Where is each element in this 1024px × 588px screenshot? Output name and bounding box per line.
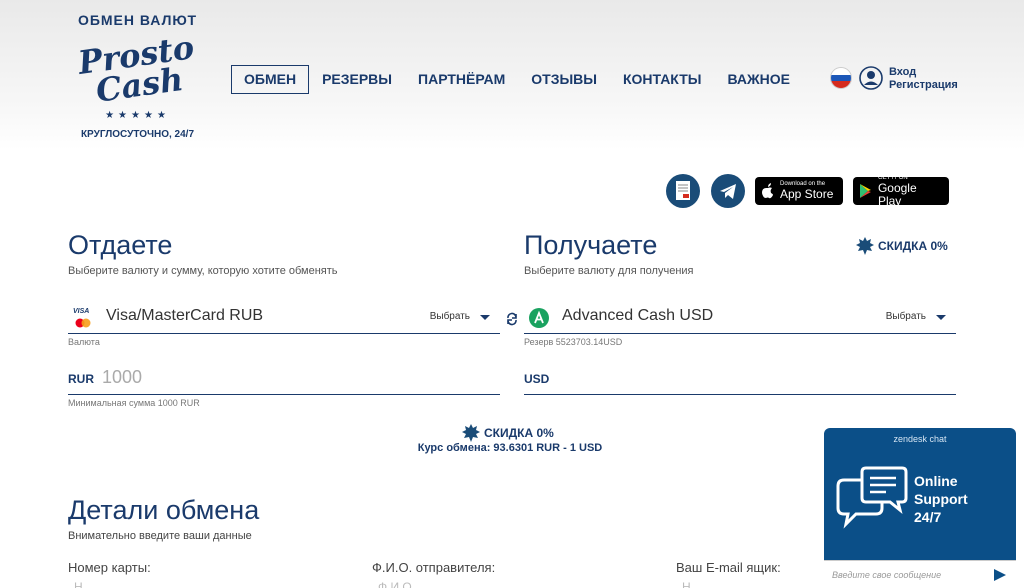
give-hint: Выберите валюту и сумму, которую хотите … — [68, 265, 338, 277]
document-icon[interactable] — [666, 174, 700, 208]
get-currency-select[interactable]: Advanced Cash USD Выбрать — [524, 300, 956, 334]
details-title: Детали обмена — [68, 495, 260, 525]
center-discount-badge: СКИДКА 0% — [462, 424, 554, 442]
swap-icon[interactable] — [505, 312, 519, 326]
email-input[interactable]: Н — [682, 580, 691, 588]
google-play-button[interactable]: GET IT ON Google Play — [853, 175, 949, 208]
logo[interactable]: ОБМЕН ВАЛЮТ Prosto Cash ★★★★★ КРУГЛОСУТО… — [70, 12, 205, 144]
appstore-big-text: App Store — [780, 187, 834, 201]
card-number-input[interactable]: Н — [74, 580, 83, 588]
give-pick-label: Выбрать — [429, 311, 470, 322]
chat-line3: 24/7 — [914, 509, 942, 525]
exchange-rate: Курс обмена: 93.6301 RUR - 1 USD — [417, 442, 603, 454]
get-currency-value: Advanced Cash USD — [562, 307, 714, 324]
send-icon[interactable] — [994, 569, 1006, 581]
give-amount-input[interactable]: 1000 — [102, 367, 142, 388]
chat-line1: Online — [914, 473, 958, 489]
nav-partners[interactable]: ПАРТНЁРАМ — [405, 65, 518, 94]
sender-name-input[interactable]: Ф.И.О. — [378, 580, 415, 588]
discount-burst-icon — [856, 237, 874, 255]
app-store-button[interactable]: Download on the App Store — [755, 177, 843, 205]
auth-links: Вход Регистрация — [889, 66, 958, 92]
chat-message-input[interactable]: Введите свое сообщение — [824, 560, 1016, 588]
discount-burst-icon — [462, 424, 480, 442]
nav-important[interactable]: ВАЖНОЕ — [714, 65, 803, 94]
give-amount-label: RUR — [68, 372, 94, 386]
give-currency-select[interactable]: VISA Visa/MasterCard RUB Выбрать — [68, 300, 500, 334]
get-hint: Выберите валюту для получения — [524, 265, 694, 277]
sender-name-label: Ф.И.О. отправителя: — [372, 560, 496, 575]
get-discount-badge: СКИДКА 0% — [856, 237, 948, 255]
user-icon[interactable] — [859, 66, 883, 90]
get-title: Получаете — [524, 230, 658, 260]
get-amount-field[interactable]: USD — [524, 361, 956, 395]
chat-line2: Support — [914, 491, 968, 507]
visa-mastercard-icon: VISA — [73, 308, 95, 333]
google-play-icon — [859, 184, 871, 198]
get-discount-text: СКИДКА 0% — [878, 239, 948, 253]
register-link[interactable]: Регистрация — [889, 79, 958, 92]
card-number-label: Номер карты: — [68, 560, 151, 575]
details-hint: Внимательно введите ваши данные — [68, 530, 252, 542]
chat-widget[interactable]: zendesk chat Online Support 24/7 Введите… — [824, 428, 1016, 588]
center-discount-text: СКИДКА 0% — [484, 426, 554, 440]
logo-subtitle: КРУГЛОСУТОЧНО, 24/7 — [80, 129, 195, 140]
telegram-icon[interactable] — [711, 174, 745, 208]
chat-support-text: Online Support 24/7 — [914, 472, 968, 526]
get-pick-label: Выбрать — [885, 311, 926, 322]
main-nav: ОБМЕН РЕЗЕРВЫ ПАРТНЁРАМ ОТЗЫВЫ КОНТАКТЫ … — [231, 65, 803, 94]
apple-icon — [762, 183, 773, 199]
give-min-note: Минимальная сумма 1000 RUR — [68, 398, 200, 408]
give-amount-field[interactable]: RUR 1000 — [68, 361, 500, 395]
nav-exchange[interactable]: ОБМЕН — [231, 65, 310, 94]
chat-provider: zendesk chat — [893, 434, 947, 444]
chevron-down-icon — [480, 315, 490, 320]
email-label: Ваш E-mail ящик: — [676, 560, 781, 575]
googleplay-big-text: Google Play — [877, 180, 917, 208]
nav-reserves[interactable]: РЕЗЕРВЫ — [309, 65, 405, 94]
russian-flag-icon[interactable] — [830, 67, 852, 89]
get-amount-label: USD — [524, 372, 550, 386]
logo-script: Prosto Cash — [76, 28, 198, 110]
give-currency-note: Валюта — [68, 337, 100, 347]
nav-reviews[interactable]: ОТЗЫВЫ — [518, 65, 610, 94]
chat-bubbles-icon — [836, 466, 908, 529]
give-currency-value: Visa/MasterCard RUB — [106, 307, 264, 324]
chevron-down-icon — [936, 315, 946, 320]
chat-placeholder: Введите свое сообщение — [832, 570, 942, 580]
login-link[interactable]: Вход — [889, 66, 958, 79]
nav-contacts[interactable]: КОНТАКТЫ — [610, 65, 714, 94]
give-title: Отдаете — [68, 230, 173, 260]
advanced-cash-icon — [529, 308, 549, 328]
logo-top-text: ОБМЕН ВАЛЮТ — [77, 12, 198, 28]
get-reserve-note: Резерв 5523703.14USD — [524, 337, 623, 347]
logo-stars: ★★★★★ — [105, 110, 170, 121]
